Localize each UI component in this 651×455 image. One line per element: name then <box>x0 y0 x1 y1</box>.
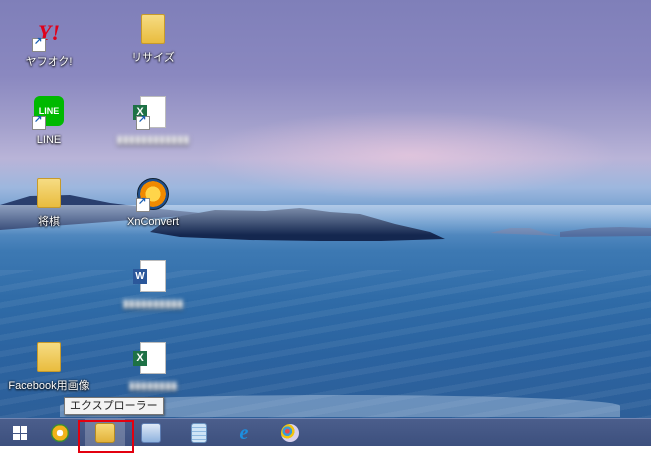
taskbar-notepad[interactable] <box>179 419 219 447</box>
paint-icon <box>281 424 299 442</box>
desktop-icon-label: リサイズ <box>131 52 175 64</box>
desktop-icon-excel-file-1[interactable]: ▮▮▮▮▮▮▮▮▮▮▮▮ <box>108 94 198 147</box>
desktop-icon-label: Facebook用画像 <box>8 380 90 392</box>
internet-explorer-icon: e <box>239 422 249 444</box>
xnconvert-icon <box>136 178 170 212</box>
highlight-box <box>78 420 134 453</box>
desktop-icon-label: XnConvert <box>127 216 179 228</box>
taskbar-sync-app[interactable] <box>40 419 80 447</box>
line-app-icon: LINE <box>32 96 66 130</box>
excel-file-icon <box>133 342 170 376</box>
file-explorer-tooltip: エクスプローラー <box>64 397 164 415</box>
desktop-icon-label-blurred: ▮▮▮▮▮▮▮▮▮▮▮▮ <box>116 134 190 146</box>
taskbar-paint[interactable] <box>270 419 310 447</box>
desktop-icon-yahoo-auction[interactable]: Y! ヤフオク! <box>4 16 94 69</box>
desktop-icon-word-file[interactable]: ▮▮▮▮▮▮▮▮▮▮ <box>108 258 198 311</box>
desktop-icon-label-blurred: ▮▮▮▮▮▮▮▮ <box>128 380 178 392</box>
desktop-background: Y! ヤフオク! リサイズ LINE LINE ▮▮▮▮▮▮▮▮▮▮▮▮ 将棋 … <box>0 0 651 418</box>
desktop-icon-shogi-folder[interactable]: 将棋 <box>4 176 94 229</box>
folder-icon <box>32 178 66 212</box>
notepad-icon <box>191 423 207 443</box>
desktop-icon-label: 将棋 <box>38 216 60 228</box>
desktop-icon-xnconvert[interactable]: XnConvert <box>108 176 198 229</box>
desktop-icon-line[interactable]: LINE LINE <box>4 94 94 147</box>
desktop-icon-excel-file-2[interactable]: ▮▮▮▮▮▮▮▮ <box>108 340 198 393</box>
word-file-icon <box>133 260 170 294</box>
excel-file-icon <box>133 96 170 130</box>
desktop-icon-label: ヤフオク! <box>25 56 73 68</box>
taskbar-internet-explorer[interactable]: e <box>224 419 264 447</box>
yahoo-auction-icon: Y! <box>32 18 66 52</box>
taskbar-window-switcher[interactable] <box>131 419 171 447</box>
shortcut-arrow-icon <box>32 36 46 52</box>
shortcut-arrow-icon <box>136 196 150 212</box>
folder-icon <box>136 14 170 48</box>
shortcut-arrow-icon <box>136 114 150 130</box>
start-button[interactable] <box>0 419 40 447</box>
desktop-icon-label: LINE <box>36 134 62 146</box>
desktop-icon-facebook-folder[interactable]: Facebook用画像 <box>4 340 94 393</box>
desktop-icon-label-blurred: ▮▮▮▮▮▮▮▮▮▮ <box>122 298 184 310</box>
sync-arrows-icon <box>51 424 69 442</box>
windows-start-icon <box>13 426 27 440</box>
shortcut-arrow-icon <box>32 114 46 130</box>
horizon-band <box>0 205 651 235</box>
folder-icon <box>32 342 66 376</box>
desktop-icon-resize-folder[interactable]: リサイズ <box>108 12 198 65</box>
window-switcher-icon <box>141 423 161 443</box>
